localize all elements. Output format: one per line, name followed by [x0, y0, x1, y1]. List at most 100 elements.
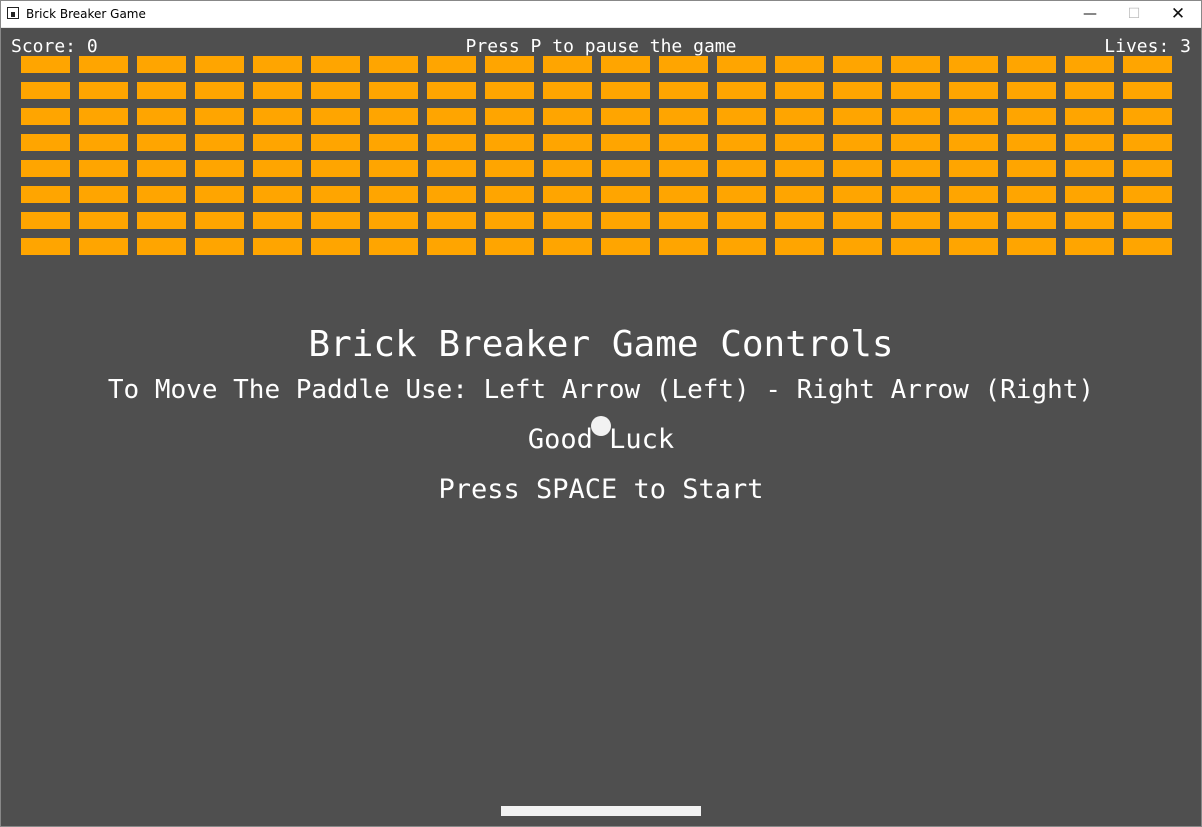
- brick: [1007, 160, 1056, 177]
- brick: [485, 238, 534, 255]
- brick: [659, 82, 708, 99]
- brick: [137, 134, 186, 151]
- brick: [21, 186, 70, 203]
- brick: [659, 108, 708, 125]
- brick: [79, 212, 128, 229]
- brick: [833, 82, 882, 99]
- brick: [949, 238, 998, 255]
- brick: [833, 134, 882, 151]
- brick: [21, 212, 70, 229]
- brick: [833, 56, 882, 73]
- pause-hint: Press P to pause the game: [465, 36, 737, 57]
- brick: [1065, 238, 1114, 255]
- brick: [601, 212, 650, 229]
- brick: [427, 186, 476, 203]
- brick: [1123, 212, 1172, 229]
- brick: [601, 160, 650, 177]
- brick: [1065, 134, 1114, 151]
- brick: [311, 82, 360, 99]
- brick: [1123, 186, 1172, 203]
- brick: [427, 212, 476, 229]
- game-canvas[interactable]: Score: 0 Press P to pause the game Lives…: [1, 28, 1201, 826]
- brick: [601, 82, 650, 99]
- brick: [543, 238, 592, 255]
- brick: [775, 108, 824, 125]
- brick: [195, 238, 244, 255]
- start-instructions: Press SPACE to Start: [438, 474, 764, 505]
- brick: [369, 160, 418, 177]
- brick: [1065, 56, 1114, 73]
- close-button[interactable]: ✕: [1155, 1, 1201, 27]
- maximize-button[interactable]: ☐: [1111, 1, 1157, 27]
- paddle: [501, 806, 701, 816]
- brick: [717, 160, 766, 177]
- brick: [775, 82, 824, 99]
- brick: [543, 108, 592, 125]
- minimize-button[interactable]: —: [1067, 1, 1113, 27]
- brick: [369, 238, 418, 255]
- brick: [1123, 134, 1172, 151]
- brick: [775, 56, 824, 73]
- brick: [311, 238, 360, 255]
- brick: [1065, 108, 1114, 125]
- brick: [1123, 160, 1172, 177]
- brick: [1123, 108, 1172, 125]
- brick: [717, 56, 766, 73]
- brick: [1007, 134, 1056, 151]
- brick: [427, 238, 476, 255]
- controls-title: Brick Breaker Game Controls: [308, 324, 894, 365]
- brick: [137, 108, 186, 125]
- brick: [1007, 238, 1056, 255]
- brick: [253, 238, 302, 255]
- brick: [21, 56, 70, 73]
- game-window: Brick Breaker Game — ☐ ✕ Score: 0 Press …: [0, 0, 1202, 827]
- brick: [775, 186, 824, 203]
- brick: [21, 82, 70, 99]
- brick: [1065, 160, 1114, 177]
- brick: [891, 186, 940, 203]
- brick: [485, 56, 534, 73]
- brick: [601, 186, 650, 203]
- brick: [1065, 212, 1114, 229]
- brick: [137, 186, 186, 203]
- brick: [253, 134, 302, 151]
- brick: [369, 82, 418, 99]
- brick: [717, 238, 766, 255]
- brick: [79, 160, 128, 177]
- brick: [137, 56, 186, 73]
- brick: [137, 238, 186, 255]
- brick: [1123, 56, 1172, 73]
- brick: [891, 108, 940, 125]
- brick: [891, 82, 940, 99]
- brick: [369, 212, 418, 229]
- brick: [543, 160, 592, 177]
- brick: [833, 238, 882, 255]
- brick: [949, 82, 998, 99]
- brick: [195, 56, 244, 73]
- ball: [591, 416, 611, 436]
- brick: [717, 108, 766, 125]
- brick: [659, 134, 708, 151]
- brick: [311, 134, 360, 151]
- brick: [775, 134, 824, 151]
- brick: [717, 212, 766, 229]
- brick: [1007, 56, 1056, 73]
- brick: [253, 56, 302, 73]
- brick: [833, 186, 882, 203]
- brick: [949, 108, 998, 125]
- brick: [775, 238, 824, 255]
- brick: [659, 56, 708, 73]
- brick: [601, 56, 650, 73]
- brick: [891, 212, 940, 229]
- brick: [195, 108, 244, 125]
- move-instructions: To Move The Paddle Use: Left Arrow (Left…: [107, 375, 1095, 405]
- brick: [949, 212, 998, 229]
- brick: [543, 134, 592, 151]
- brick: [427, 160, 476, 177]
- brick: [21, 134, 70, 151]
- brick: [369, 56, 418, 73]
- brick: [833, 108, 882, 125]
- brick: [137, 82, 186, 99]
- brick: [427, 108, 476, 125]
- brick: [601, 108, 650, 125]
